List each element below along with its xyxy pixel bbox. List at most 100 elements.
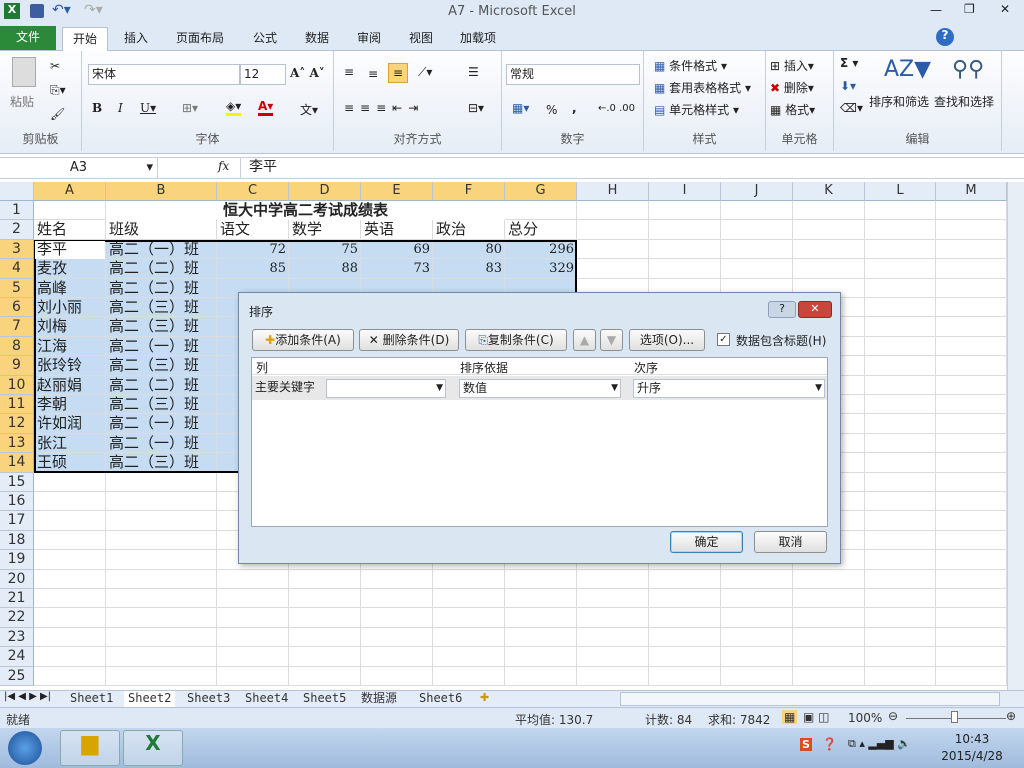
cell[interactable]: [936, 453, 1007, 473]
score-cell[interactable]: 85: [217, 259, 289, 278]
sheet-nav-icons[interactable]: |◀ ◀ ▶ ▶|: [4, 691, 51, 702]
cell[interactable]: [577, 259, 649, 279]
cell[interactable]: [433, 569, 505, 589]
sogou-tray-icon[interactable]: S: [800, 738, 812, 751]
score-cell[interactable]: 296: [505, 240, 577, 259]
cell[interactable]: [106, 608, 217, 628]
cell[interactable]: [505, 569, 577, 589]
cell[interactable]: [289, 627, 361, 648]
sheet-tab-1[interactable]: Sheet1: [66, 691, 117, 707]
row-header-17[interactable]: 17: [0, 511, 34, 531]
cell[interactable]: [34, 627, 106, 648]
cell[interactable]: [217, 589, 289, 609]
cell[interactable]: [793, 627, 865, 648]
cell[interactable]: [577, 201, 649, 221]
student-name[interactable]: 麦孜: [34, 259, 106, 278]
cell[interactable]: [936, 569, 1007, 589]
cell[interactable]: [649, 608, 721, 628]
paste-icon[interactable]: [12, 57, 36, 87]
cell[interactable]: [577, 239, 649, 260]
zoom-slider-thumb[interactable]: [951, 711, 958, 723]
tab-addins[interactable]: 加载项: [450, 27, 506, 51]
row-header-12[interactable]: 12: [0, 414, 34, 434]
column-header-m[interactable]: M: [936, 182, 1007, 201]
cell[interactable]: [865, 453, 936, 473]
row-header-8[interactable]: 8: [0, 336, 34, 357]
student-class[interactable]: 高二（一）班: [106, 434, 217, 453]
student-class[interactable]: 高二（二）班: [106, 376, 217, 395]
cell[interactable]: [936, 239, 1007, 260]
format-painter-icon[interactable]: 🖌: [50, 107, 65, 121]
row-header-21[interactable]: 21: [0, 589, 34, 609]
cell[interactable]: [936, 317, 1007, 337]
start-button[interactable]: [8, 731, 42, 765]
cell[interactable]: [865, 278, 936, 298]
sheet-tab-4[interactable]: Sheet4: [241, 691, 292, 707]
cell[interactable]: [793, 259, 865, 279]
cell-styles-button[interactable]: ▤ 单元格样式 ▾: [654, 101, 739, 118]
close-button[interactable]: ✕: [1000, 2, 1010, 16]
student-class[interactable]: 高二（二）班: [106, 259, 217, 278]
cell[interactable]: [865, 220, 936, 240]
cell[interactable]: [721, 589, 793, 609]
cell[interactable]: [577, 647, 649, 667]
cell[interactable]: [34, 666, 106, 686]
student-name[interactable]: 刘梅: [34, 317, 106, 336]
restore-button[interactable]: ❐: [964, 2, 975, 16]
cell[interactable]: [106, 492, 217, 512]
cell[interactable]: [505, 627, 577, 648]
student-name[interactable]: 李平: [34, 240, 106, 259]
row-header-3[interactable]: 3: [0, 239, 34, 260]
cell[interactable]: [34, 647, 106, 667]
cell[interactable]: [34, 511, 106, 531]
cell[interactable]: [936, 278, 1007, 298]
column-header-c[interactable]: C: [217, 182, 289, 201]
score-cell[interactable]: 72: [217, 240, 289, 259]
move-up-button[interactable]: ▲: [573, 329, 596, 351]
student-class[interactable]: 高二（一）班: [106, 337, 217, 356]
bold-button[interactable]: B: [92, 101, 102, 115]
score-cell[interactable]: 88: [289, 259, 361, 278]
cell[interactable]: [217, 608, 289, 628]
cell[interactable]: [577, 589, 649, 609]
cell[interactable]: [936, 492, 1007, 512]
cell[interactable]: [505, 666, 577, 686]
font-size-select[interactable]: 12: [240, 64, 286, 85]
wrap-text-icon[interactable]: ☰: [468, 65, 479, 79]
zoom-out-button[interactable]: ⊖: [888, 709, 898, 723]
cell[interactable]: [936, 647, 1007, 667]
cell[interactable]: [106, 569, 217, 589]
cell[interactable]: [34, 550, 106, 570]
ok-button[interactable]: 确定: [670, 531, 743, 553]
student-class[interactable]: 高二（三）班: [106, 453, 217, 472]
italic-button[interactable]: I: [118, 101, 123, 115]
cell[interactable]: [721, 627, 793, 648]
copy-level-button[interactable]: ⎘复制条件(C): [465, 329, 567, 351]
cell[interactable]: [793, 201, 865, 221]
cell[interactable]: [865, 472, 936, 492]
cell[interactable]: [217, 647, 289, 667]
cell[interactable]: [433, 627, 505, 648]
sheet-tab-6[interactable]: 数据源: [357, 691, 401, 707]
cell[interactable]: [936, 356, 1007, 376]
student-name[interactable]: 张江: [34, 434, 106, 453]
row-header-16[interactable]: 16: [0, 492, 34, 512]
row-header-25[interactable]: 25: [0, 666, 34, 686]
cell[interactable]: [505, 647, 577, 667]
cell[interactable]: [34, 201, 106, 221]
cell[interactable]: [106, 530, 217, 551]
add-level-button[interactable]: ✚添加条件(A): [252, 329, 354, 351]
cell[interactable]: [865, 589, 936, 609]
cell[interactable]: [865, 414, 936, 434]
student-name[interactable]: 高峰: [34, 279, 106, 298]
student-name[interactable]: 江海: [34, 337, 106, 356]
dialog-close-button[interactable]: ✕: [798, 301, 832, 318]
cell[interactable]: [505, 201, 577, 221]
cancel-button[interactable]: 取消: [754, 531, 827, 553]
percent-button[interactable]: %: [546, 103, 557, 117]
cell[interactable]: [936, 627, 1007, 648]
horizontal-align-icons[interactable]: ≡≡≡⇤⇥: [344, 101, 424, 115]
student-name[interactable]: 李朝: [34, 395, 106, 414]
student-class[interactable]: 高二（一）班: [106, 240, 217, 259]
row-header-6[interactable]: 6: [0, 298, 34, 318]
